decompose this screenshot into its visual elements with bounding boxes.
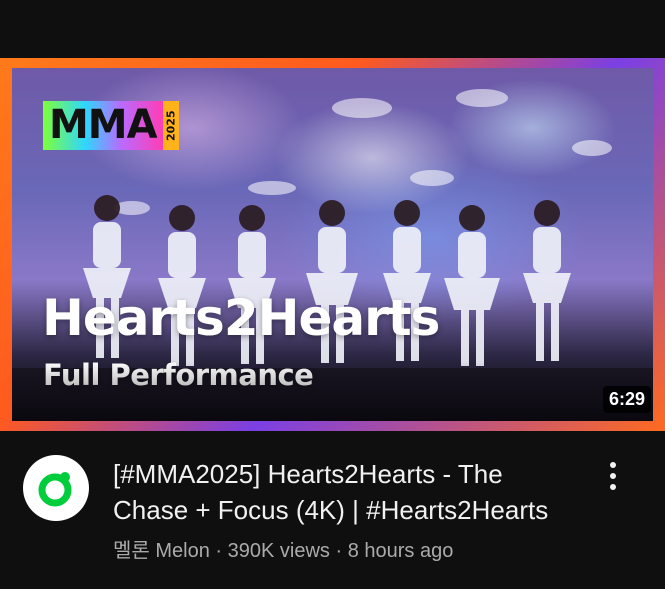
upload-age: 8 hours ago bbox=[347, 540, 454, 562]
video-metadata: 멜론 Melon · 390K views · 8 hours ago bbox=[113, 538, 453, 564]
kebab-dot bbox=[610, 473, 616, 479]
meta-separator: · bbox=[215, 540, 223, 562]
video-title[interactable]: [#MMA2025] Hearts2Hearts - The Chase + F… bbox=[113, 456, 583, 528]
channel-name[interactable]: 멜론 Melon bbox=[113, 540, 210, 562]
melon-logo-icon bbox=[38, 472, 72, 507]
mma-logo-year: 2025 bbox=[162, 101, 179, 150]
kebab-dot bbox=[610, 462, 616, 468]
thumbnail-headline: Hearts2Hearts bbox=[42, 289, 440, 347]
view-count: 390K views bbox=[227, 540, 330, 562]
meta-separator: · bbox=[335, 540, 343, 562]
mma-logo-text: MMA bbox=[43, 101, 163, 150]
mma-logo: MMA 2025 bbox=[43, 101, 179, 150]
video-thumbnail[interactable]: MMA 2025 Hearts2Hearts Full Performance … bbox=[0, 58, 665, 431]
more-vert-icon[interactable] bbox=[598, 458, 628, 494]
kebab-dot bbox=[610, 484, 616, 490]
duration-badge: 6:29 bbox=[602, 386, 651, 413]
thumbnail-image: MMA 2025 Hearts2Hearts Full Performance bbox=[12, 68, 653, 421]
channel-avatar[interactable] bbox=[23, 455, 89, 521]
video-details: [#MMA2025] Hearts2Hearts - The Chase + F… bbox=[0, 446, 665, 576]
thumbnail-subheadline: Full Performance bbox=[43, 358, 314, 392]
